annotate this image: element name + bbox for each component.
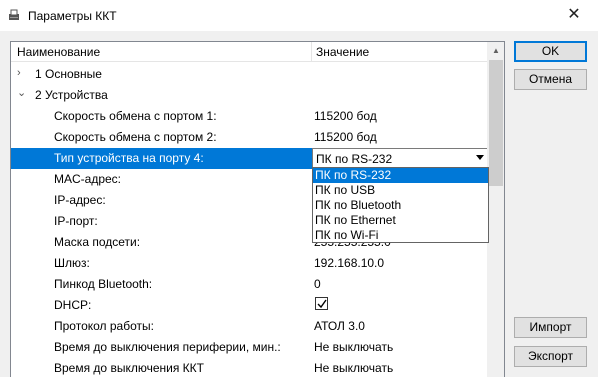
property-row[interactable]: DHCP:: [11, 295, 489, 316]
title-bar: Параметры ККТ ✕: [0, 0, 598, 31]
property-row[interactable]: Скорость обмена с портом 2: 115200 бод: [11, 127, 489, 148]
scroll-up-icon[interactable]: ▲: [488, 42, 504, 59]
property-row[interactable]: Скорость обмена с портом 1: 115200 бод: [11, 106, 489, 127]
chevron-right-icon[interactable]: ›: [17, 67, 21, 79]
row-value[interactable]: 192.168.10.0: [314, 256, 384, 270]
dhcp-checkbox[interactable]: [315, 297, 328, 310]
row-value[interactable]: 0: [314, 277, 321, 291]
kkt-app-icon: [7, 8, 21, 22]
chevron-down-icon[interactable]: ⌄: [17, 86, 26, 99]
column-header-name[interactable]: Наименование: [17, 45, 100, 59]
row-label: 2 Устройства: [35, 88, 108, 102]
close-icon[interactable]: ✕: [554, 2, 594, 28]
column-divider[interactable]: [311, 42, 312, 62]
row-label: Скорость обмена с портом 1:: [54, 109, 217, 123]
group-row-devices[interactable]: ⌄ 2 Устройства: [11, 85, 489, 106]
row-label: Пинкод Bluetooth:: [54, 277, 153, 291]
row-value[interactable]: 115200 бод: [314, 109, 377, 123]
row-label: MAC-адрес:: [54, 172, 122, 186]
row-label: Тип устройства на порту 4:: [54, 151, 204, 165]
row-label: IP-адрес:: [54, 193, 106, 207]
property-row-selected[interactable]: Тип устройства на порту 4: ПК по RS-232: [11, 148, 489, 169]
row-value[interactable]: 115200 бод: [314, 130, 377, 144]
window-title: Параметры ККТ: [28, 9, 117, 23]
dropdown-option[interactable]: ПК по RS-232: [313, 168, 488, 183]
dropdown-option[interactable]: ПК по Bluetooth: [313, 198, 488, 213]
property-row[interactable]: Протокол работы: АТОЛ 3.0: [11, 316, 489, 337]
property-row[interactable]: Пинкод Bluetooth: 0: [11, 274, 489, 295]
column-header-value[interactable]: Значение: [316, 45, 369, 59]
dropdown-option[interactable]: ПК по USB: [313, 183, 488, 198]
row-label: Время до выключения периферии, мин.:: [54, 340, 281, 354]
dropdown-option[interactable]: ПК по Wi-Fi: [313, 228, 488, 243]
row-label: Время до выключения ККТ: [54, 361, 204, 375]
row-value[interactable]: Не выключать: [314, 361, 393, 375]
property-row[interactable]: Время до выключения периферии, мин.: Не …: [11, 337, 489, 358]
row-value[interactable]: АТОЛ 3.0: [314, 319, 365, 333]
cancel-button[interactable]: Отмена: [514, 69, 587, 90]
row-label: 1 Основные: [35, 67, 102, 81]
grid-header: Наименование Значение: [11, 42, 489, 62]
export-button[interactable]: Экспорт: [514, 346, 587, 367]
dropdown-option[interactable]: ПК по Ethernet: [313, 213, 488, 228]
combobox-value: ПК по RS-232: [316, 152, 393, 166]
row-label: Маска подсети:: [54, 235, 141, 249]
checkmark-icon: [317, 299, 327, 309]
row-label: IP-порт:: [54, 214, 98, 228]
scrollbar-thumb[interactable]: [489, 60, 503, 186]
group-row-basic[interactable]: › 1 Основные: [11, 64, 489, 85]
device-type-dropdown-list: ПК по RS-232 ПК по USB ПК по Bluetooth П…: [312, 167, 489, 243]
row-label: DHCP:: [54, 298, 92, 312]
property-row[interactable]: Время до выключения ККТ Не выключать: [11, 358, 489, 377]
row-label: Протокол работы:: [54, 319, 154, 333]
vertical-scrollbar[interactable]: ▲: [487, 42, 504, 377]
device-type-combobox[interactable]: ПК по RS-232: [312, 148, 489, 168]
dropdown-arrow-icon[interactable]: [476, 155, 484, 160]
property-row[interactable]: Шлюз: 192.168.10.0: [11, 253, 489, 274]
row-label: Шлюз:: [54, 256, 90, 270]
row-value[interactable]: Не выключать: [314, 340, 393, 354]
ok-button[interactable]: OK: [514, 41, 587, 62]
import-button[interactable]: Импорт: [514, 317, 587, 338]
dialog-client: Наименование Значение › 1 Основные ⌄ 2 У…: [0, 31, 598, 377]
row-label: Скорость обмена с портом 2:: [54, 130, 217, 144]
